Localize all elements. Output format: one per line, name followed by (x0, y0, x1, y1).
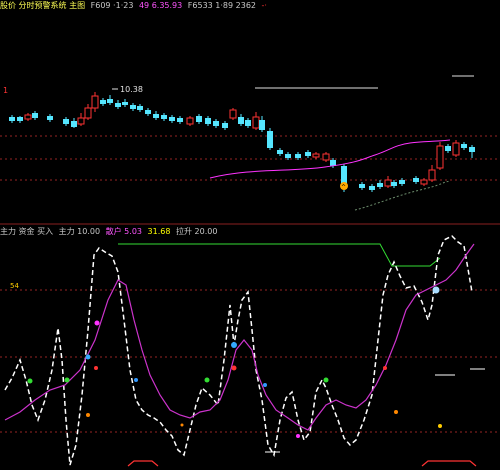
signal-dot-icon (94, 320, 100, 326)
candle-body (222, 123, 228, 128)
candle-body (84, 107, 92, 119)
candle-body (63, 119, 69, 124)
candle-body (399, 180, 405, 184)
candle-body (17, 117, 23, 121)
candle-body (295, 154, 301, 158)
candle-body (161, 115, 167, 119)
signal-dot-icon (383, 366, 387, 370)
chart-canvas[interactable]: 10.38 1 ^ 54 (0, 0, 500, 470)
candle-body (384, 179, 392, 187)
main-ref-lines (255, 75, 474, 89)
signal-dot-icon (85, 354, 91, 360)
candle-body (461, 144, 467, 148)
candle-body (391, 182, 397, 186)
candle-body (285, 154, 291, 158)
signal-dot-icon (323, 377, 329, 383)
main-grid (0, 135, 500, 181)
signal-dot-icon (231, 365, 237, 371)
candle-body (71, 121, 77, 127)
bottom-brackets (127, 460, 477, 467)
candle-body (436, 145, 444, 169)
candle-body (153, 114, 159, 118)
signal-markers (27, 286, 442, 438)
candle-body (322, 153, 330, 161)
signal-dot-icon (180, 423, 184, 427)
candle-body (186, 117, 194, 125)
candle-body (213, 121, 219, 126)
signal-dot-icon (296, 434, 300, 438)
candle-body (32, 113, 38, 118)
candle-body (245, 120, 251, 126)
candle-body (47, 116, 53, 120)
candle-body (130, 105, 136, 109)
candle-body (24, 114, 32, 120)
candle-body (452, 142, 460, 156)
candle-body (91, 95, 99, 109)
signal-dot-icon (27, 378, 33, 384)
candle-body (196, 116, 202, 122)
candle-body (252, 116, 260, 129)
signal-dot-icon (263, 383, 267, 387)
signal-dot-icon (86, 413, 90, 417)
upper-envelope-line (118, 243, 441, 267)
signal-dot-icon (64, 377, 70, 383)
svg-text:^: ^ (341, 184, 346, 191)
candle-body (267, 131, 273, 148)
price-label: 10.38 (120, 85, 143, 94)
candle-body (115, 103, 121, 107)
candle-body (122, 102, 128, 105)
signal-dot-icon (432, 286, 440, 294)
candle-body (177, 118, 183, 122)
candle-body (305, 152, 311, 156)
candlesticks (9, 92, 475, 192)
candle-body (238, 117, 244, 124)
signal-dot-icon (231, 342, 237, 348)
candle-body (377, 183, 383, 187)
candle-body (9, 117, 15, 121)
signal-dot-icon (134, 378, 138, 382)
candle-body (107, 99, 113, 103)
candle-body (413, 178, 419, 182)
main-axis-mark: 1 (3, 86, 8, 95)
candle-body (229, 109, 237, 119)
candle-body (359, 184, 365, 188)
candle-body (312, 153, 320, 158)
candle-body (369, 186, 375, 190)
candle-body (77, 117, 85, 125)
candle-body (169, 117, 175, 121)
indicator-axis-mark: 54 (10, 282, 19, 290)
candle-body (277, 150, 283, 154)
marker-dashes (265, 368, 485, 453)
candle-body (205, 118, 211, 124)
signal-dot-icon (438, 424, 442, 428)
candle-body (100, 100, 106, 104)
candle-body (145, 110, 151, 114)
candle-body (445, 146, 451, 151)
candle-body (469, 147, 475, 152)
candle-body (137, 106, 143, 110)
signal-dot-icon (204, 377, 210, 383)
signal-dot-icon (94, 366, 98, 370)
white-oscillator-line (4, 235, 473, 466)
candle-body (420, 179, 428, 185)
signal-dot-icon (394, 410, 398, 414)
candle-body (428, 169, 436, 181)
candle-body (259, 120, 265, 130)
magenta-oscillator-line (4, 243, 475, 431)
